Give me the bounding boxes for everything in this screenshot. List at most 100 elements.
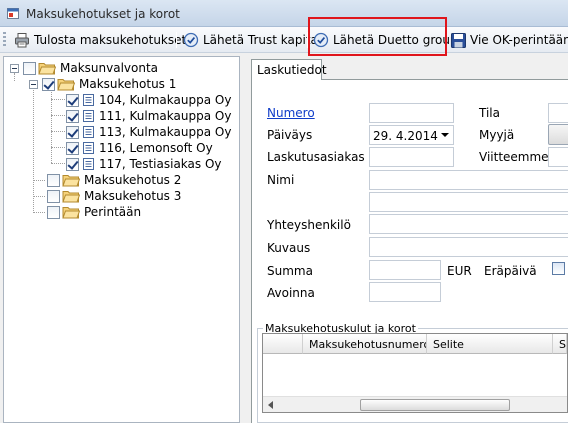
send-ok-collection-label: Vie OK-perintään [470, 33, 568, 47]
tree-node-label: Perintään [84, 205, 142, 219]
grid-column-header[interactable]: S [553, 334, 567, 354]
summa-label: Summa [267, 264, 313, 278]
tree-node-label: Maksukehotus 2 [84, 173, 182, 187]
print-button-label: Tulosta maksukehotukset [34, 33, 187, 47]
document-icon [83, 142, 94, 154]
toolbar-grip[interactable] [3, 32, 6, 48]
tree-connector [51, 147, 65, 148]
viitteemme-field[interactable] [548, 147, 568, 167]
tree-item[interactable]: 117, Testiasiakas Oy [66, 156, 222, 172]
fees-grid[interactable]: Maksukehotusnumero Selite S [262, 333, 568, 413]
tree-item-label: 111, Kulmakauppa Oy [99, 109, 232, 123]
yhteyshenkilo-label: Yhteyshenkilö [267, 218, 351, 232]
tree-connector [51, 92, 52, 163]
tree-item-label: 117, Testiasiakas Oy [99, 157, 222, 171]
summa-field[interactable] [369, 260, 441, 280]
chevron-down-icon[interactable] [441, 133, 449, 137]
toolbar: Tulosta maksukehotukset Lähetä Trust kap… [0, 27, 568, 53]
document-icon [83, 126, 94, 138]
tree-node-root[interactable]: Maksunvalvonta [10, 60, 158, 76]
tree-checkbox[interactable] [66, 141, 79, 155]
grid-row-header [263, 334, 303, 354]
folder-icon [38, 63, 56, 75]
printer-icon [15, 33, 29, 48]
grid-column-header[interactable]: Maksukehotusnumero [303, 334, 427, 354]
tree-node-group3[interactable]: Maksukehotus 3 [47, 188, 181, 204]
avoinna-label: Avoinna [267, 286, 315, 300]
nimi-label: Nimi [267, 173, 295, 187]
send-ok-collection-button[interactable]: Vie OK-perintään [451, 29, 568, 51]
tree-connector [51, 131, 65, 132]
scroll-left-icon[interactable] [268, 401, 273, 409]
tree-checkbox[interactable] [42, 77, 55, 91]
scroll-thumb[interactable] [360, 399, 510, 411]
tab-laskutiedot[interactable]: Laskutiedot [251, 59, 327, 80]
kuvaus-field[interactable] [369, 237, 568, 257]
tree-checkbox[interactable] [47, 189, 60, 203]
tree-item[interactable]: 116, Lemonsoft Oy [66, 140, 213, 156]
grid-column-header[interactable]: Selite [427, 334, 553, 354]
window-title: Maksukehotukset ja korot [26, 7, 180, 21]
tila-label: Tila [479, 106, 500, 120]
nimi-field-2[interactable] [369, 192, 568, 212]
folder-icon [62, 191, 80, 203]
folder-open-icon [57, 79, 75, 91]
invoice-tree[interactable]: Maksunvalvonta Maksukehotus 1 104, Kulma… [3, 56, 240, 423]
folder-icon [62, 175, 80, 187]
tree-connector [33, 212, 45, 213]
tree-checkbox[interactable] [66, 93, 79, 107]
tree-node-label: Maksunvalvonta [60, 61, 159, 75]
tree-checkbox[interactable] [66, 109, 79, 123]
title-bar: Maksukehotukset ja korot [0, 0, 568, 27]
tree-node-group2[interactable]: Maksukehotus 2 [47, 172, 181, 188]
window-app-icon [7, 8, 19, 19]
document-icon [83, 94, 94, 106]
tree-connector [51, 99, 65, 100]
tree-checkbox[interactable] [23, 61, 36, 75]
erapaiva-checkbox[interactable] [552, 262, 565, 275]
document-icon [83, 158, 94, 170]
collapse-toggle[interactable] [29, 79, 38, 89]
paivays-datepicker[interactable]: 29. 4.2014 [369, 125, 454, 145]
folder-icon [62, 207, 80, 219]
kuvaus-label: Kuvaus [267, 241, 311, 255]
currency-label: EUR [447, 264, 472, 278]
tree-item[interactable]: 104, Kulmakauppa Oy [66, 92, 231, 108]
tree-checkbox[interactable] [66, 125, 79, 139]
tree-connector [33, 180, 45, 181]
check-circle-icon [183, 32, 199, 48]
yhteyshenkilo-field[interactable] [369, 214, 568, 234]
tab-strip: Laskutiedot [251, 59, 568, 80]
tree-checkbox[interactable] [47, 205, 60, 219]
collapse-toggle[interactable] [10, 63, 19, 73]
tree-node-collection[interactable]: Perintään [47, 204, 141, 220]
tree-checkbox[interactable] [66, 157, 79, 171]
avoinna-field[interactable] [369, 282, 441, 302]
horizontal-scrollbar[interactable] [263, 396, 567, 412]
send-trust-button[interactable]: Lähetä Trust kapital [183, 29, 321, 51]
tree-node-label: Maksukehotus 1 [79, 77, 177, 91]
highlight-frame [308, 17, 447, 56]
tree-node-label: Maksukehotus 3 [84, 189, 182, 203]
viitteemme-label: Viitteemme [479, 150, 549, 164]
myyja-button[interactable] [548, 124, 568, 145]
tree-connector [33, 196, 45, 197]
paivays-label: Päiväys [267, 128, 313, 142]
tree-item-label: 113, Kulmakauppa Oy [99, 125, 232, 139]
tree-checkbox[interactable] [47, 173, 60, 187]
myyja-label: Myyjä [479, 128, 515, 142]
tree-item-label: 104, Kulmakauppa Oy [99, 93, 232, 107]
numero-link[interactable]: Numero [267, 106, 315, 120]
print-button[interactable]: Tulosta maksukehotukset [14, 29, 186, 51]
tree-node-group1[interactable]: Maksukehotus 1 [29, 76, 176, 92]
tree-item[interactable]: 113, Kulmakauppa Oy [66, 124, 231, 140]
nimi-field[interactable] [369, 170, 568, 190]
floppy-disk-icon [451, 32, 466, 48]
laskutusasiakas-field[interactable] [369, 147, 454, 167]
tree-item-label: 116, Lemonsoft Oy [99, 141, 213, 155]
tree-item[interactable]: 111, Kulmakauppa Oy [66, 108, 231, 124]
document-icon [83, 110, 94, 122]
numero-field[interactable] [369, 103, 454, 123]
tila-field[interactable] [548, 103, 568, 123]
toolbar-separator [176, 32, 177, 48]
